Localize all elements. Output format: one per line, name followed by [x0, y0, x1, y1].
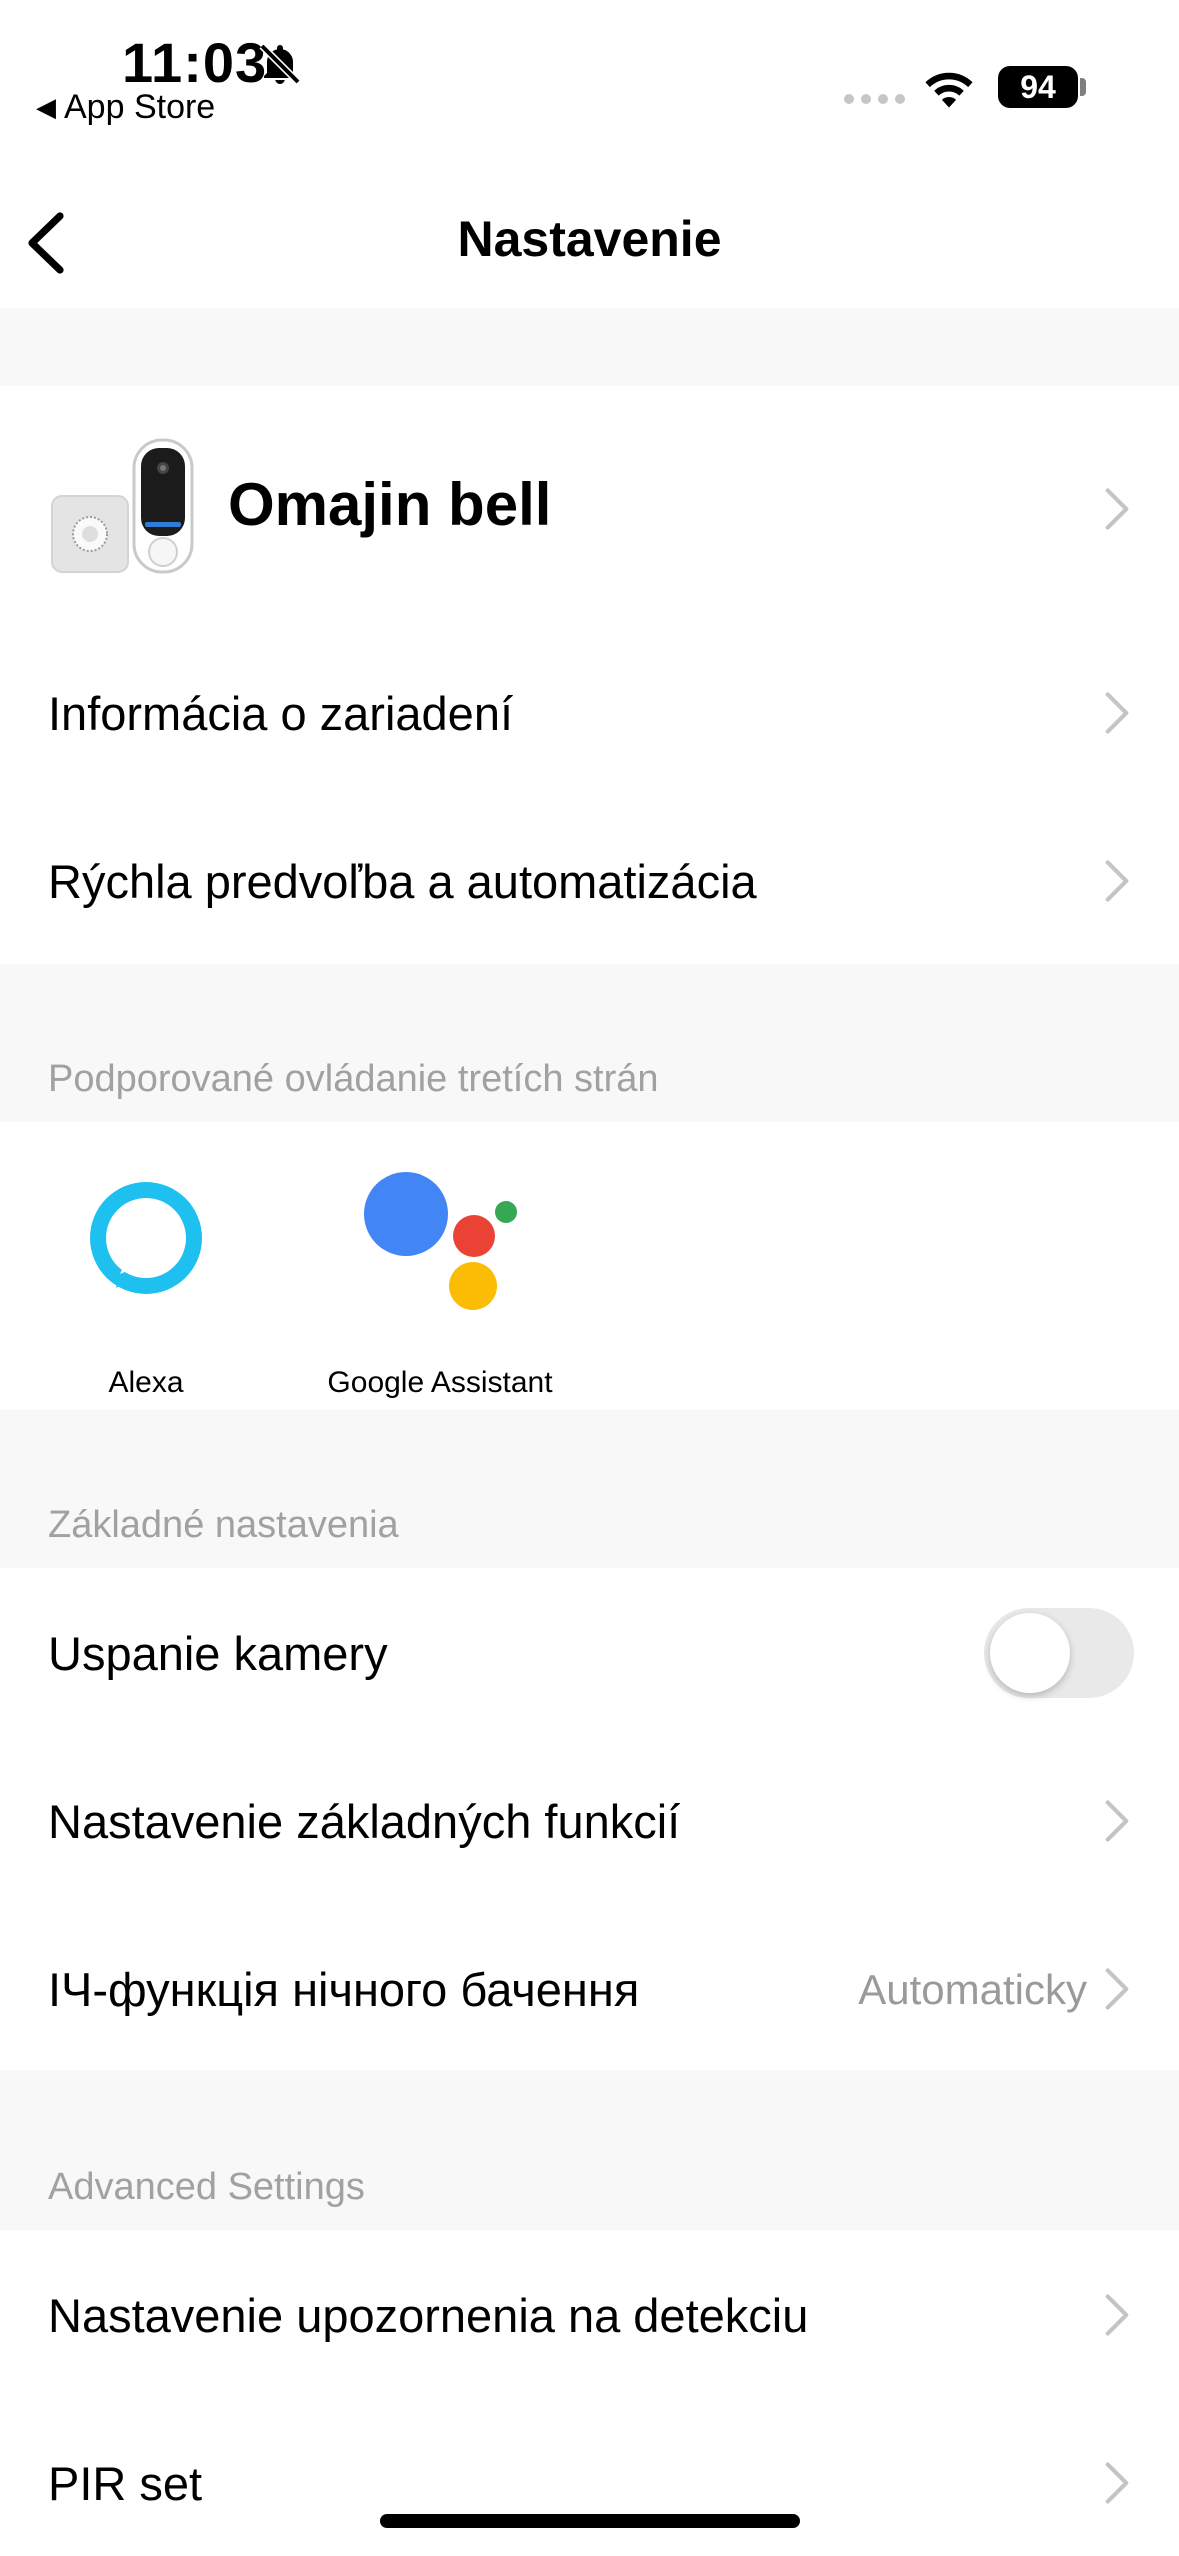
google-assistant-icon — [364, 1172, 517, 1310]
chevron-right-icon — [1105, 1968, 1129, 2010]
bell-slash-icon — [259, 43, 301, 85]
wifi-icon — [925, 72, 973, 108]
device-name: Omajin bell — [228, 471, 552, 538]
back-triangle-icon: ◀ — [36, 92, 56, 122]
ir-night-vision-value: Automaticky — [858, 1966, 1087, 2013]
back-to-app-store[interactable]: ◀ App Store — [36, 88, 215, 127]
detection-alert-label: Nastavenie upozornenia na detekciu — [48, 2289, 809, 2342]
camera-sleep-label: Uspanie kamery — [48, 1627, 388, 1680]
advanced-settings-header: Advanced Settings — [48, 2166, 365, 2208]
google-assistant-label: Google Assistant — [327, 1366, 553, 1399]
ir-night-vision-label: ІЧ-функція нічного бачення — [48, 1963, 640, 2016]
toggle-knob — [990, 1613, 1070, 1693]
device-info-label: Informácia o zariadení — [48, 687, 514, 740]
basic-settings-header: Základné nastavenia — [48, 1504, 399, 1546]
alexa-icon — [90, 1182, 202, 1294]
chevron-right-icon — [1105, 1800, 1129, 1842]
quick-automation-label: Rýchla predvoľba a automatizácia — [48, 855, 757, 908]
home-indicator[interactable] — [380, 2514, 800, 2528]
chevron-right-icon — [1105, 2462, 1129, 2504]
basic-functions-label: Nastavenie základných funkcií — [48, 1795, 681, 1848]
third-party-header: Podporované ovládanie tretích strán — [48, 1058, 659, 1100]
doorbell-device-image — [51, 438, 194, 574]
chevron-right-icon — [1105, 488, 1129, 530]
pir-set-label: PIR set — [48, 2457, 203, 2510]
page-title: Nastavenie — [457, 211, 722, 267]
chevron-right-icon — [1105, 860, 1129, 902]
battery-tip — [1080, 78, 1086, 96]
chevron-right-icon — [1105, 2294, 1129, 2336]
back-app-label: App Store — [64, 88, 216, 126]
battery-icon: 94 — [998, 66, 1078, 108]
chevron-right-icon — [1105, 692, 1129, 734]
status-time: 11:03 — [122, 31, 268, 94]
alexa-label: Alexa — [108, 1366, 184, 1399]
signal-dots-icon — [844, 94, 905, 104]
